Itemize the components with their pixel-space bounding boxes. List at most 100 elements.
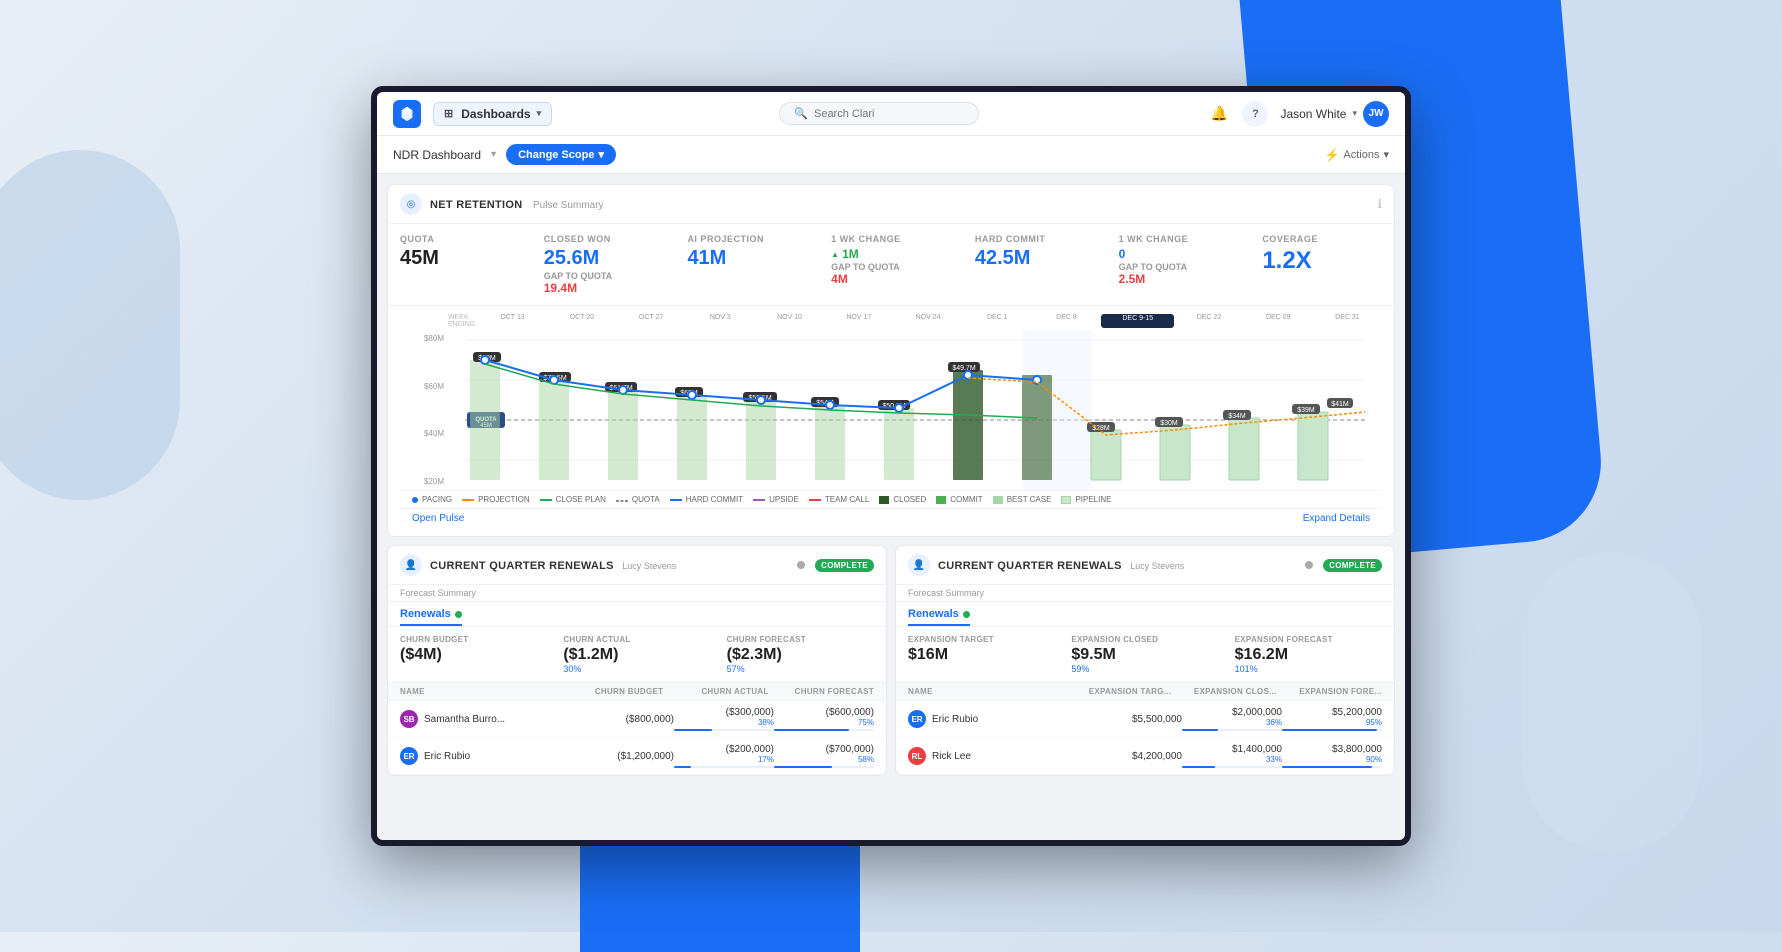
right-renewal-icon: 👤	[908, 554, 930, 576]
right-table-row-1: ER Eric Rubio $5,500,000 $2,000,000 36% …	[896, 701, 1394, 738]
legend-projection: PROJECTION	[462, 495, 530, 504]
row-forecast-sb: ($600,000) 75%	[774, 707, 874, 731]
legend-pipeline-bar	[1061, 496, 1071, 504]
pulse-title-group: NET RETENTION Pulse Summary	[430, 195, 604, 213]
left-renewal-card: 👤 Current Quarter Renewals Lucy Stevens …	[387, 545, 887, 776]
right-row-name-er: Eric Rubio	[932, 714, 1082, 725]
left-renewal-status-badge: COMPLETE	[815, 559, 874, 572]
bg-shape-light-right	[1522, 552, 1702, 852]
th-churn-budget: CHURN BUDGET	[558, 687, 663, 696]
legend-quota: QUOTA	[616, 495, 660, 504]
right-table-header: NAME EXPANSION TARG... EXPANSION CLOS...…	[896, 683, 1394, 701]
actions-chevron: ▾	[1383, 148, 1389, 161]
row-name-er: Eric Rubio	[424, 751, 574, 762]
chart-svg-wrapper: $80M $60M $40M $20M	[400, 330, 1382, 490]
help-button[interactable]: ?	[1242, 101, 1268, 127]
row-actual-er: ($200,000) 17%	[674, 744, 774, 768]
th-expansion-forecast: EXPANSION FORE...	[1277, 687, 1382, 696]
left-renewal-title: Current Quarter Renewals	[430, 560, 614, 572]
th-expansion-target: EXPANSION TARG...	[1066, 687, 1171, 696]
right-renewal-metrics: EXPANSION TARGET $16M EXPANSION CLOSED $…	[896, 627, 1394, 683]
actions-button[interactable]: ⚡ Actions ▾	[1324, 148, 1389, 162]
th-churn-actual: CHURN ACTUAL	[663, 687, 768, 696]
pulse-metrics-row: QUOTA 45M CLOSED WON 25.6M GAP TO QUOTA …	[388, 224, 1394, 306]
row-actual-sb: ($300,000) 38%	[674, 707, 774, 731]
metric-wk-change-2: 1 WK CHANGE 0 GAP TO QUOTA 2.5M	[1119, 234, 1239, 295]
legend-closed-bar	[879, 496, 889, 504]
bg-shape-light-left	[0, 150, 180, 500]
metric-closed-won: CLOSED WON 25.6M GAP TO QUOTA 19.4M	[544, 234, 664, 295]
notification-button[interactable]: 🔔	[1206, 101, 1232, 127]
legend-team-call-line	[809, 499, 821, 501]
th-expansion-closed: EXPANSION CLOS...	[1171, 687, 1276, 696]
svg-text:$34M: $34M	[1228, 413, 1246, 420]
quota-value: 45M	[400, 247, 520, 270]
expansion-closed-pct: 59%	[1071, 664, 1218, 674]
right-renewal-status-dot	[1305, 561, 1313, 569]
expansion-forecast-pct: 101%	[1235, 664, 1382, 674]
scope-chevron: ▾	[598, 148, 604, 161]
dashboards-dropdown[interactable]: ⊞ Dashboards ▾	[433, 102, 552, 126]
metric-wk-change-1: 1 WK CHANGE 1M GAP TO QUOTA 4M	[831, 234, 951, 295]
row-name-sb: Samantha Burro...	[424, 714, 574, 725]
right-row-target-rl: $4,200,000	[1082, 751, 1182, 762]
user-info[interactable]: Jason White ▾ JW	[1280, 101, 1389, 127]
right-row-forecast-rl: $3,800,000 90%	[1282, 744, 1382, 768]
right-row-target-er: $5,500,000	[1082, 714, 1182, 725]
bottom-cards-row: 👤 Current Quarter Renewals Lucy Stevens …	[387, 545, 1395, 776]
metric-coverage: COVERAGE 1.2X	[1262, 234, 1382, 295]
expand-details-link[interactable]: Expand Details	[1303, 513, 1370, 524]
expansion-forecast-metric: EXPANSION FORECAST $16.2M 101%	[1235, 635, 1382, 674]
legend-pipeline: PIPELINE	[1061, 495, 1111, 504]
svg-text:$30M: $30M	[1160, 420, 1178, 427]
churn-actual-value: ($1.2M)	[563, 646, 710, 664]
expansion-closed-value: $9.5M	[1071, 646, 1218, 664]
pulse-title: NET RETENTION	[430, 199, 523, 211]
open-pulse-link[interactable]: Open Pulse	[412, 513, 464, 524]
expansion-target-value: $16M	[908, 646, 1055, 664]
pulse-card: ◎ NET RETENTION Pulse Summary ℹ QUOTA 45…	[387, 184, 1395, 537]
right-row-forecast-er: $5,200,000 95%	[1282, 707, 1382, 731]
right-table-row-2: RL Rick Lee $4,200,000 $1,400,000 33% $3…	[896, 738, 1394, 775]
search-bar[interactable]: 🔍	[779, 102, 979, 125]
search-input[interactable]	[814, 108, 954, 120]
chart-legend: PACING PROJECTION CLOSE PLAN QUOTA	[400, 490, 1382, 508]
app-logo[interactable]	[393, 100, 421, 128]
grid-icon: ⊞	[444, 107, 453, 120]
right-row-name-rl: Rick Lee	[932, 751, 1082, 762]
row-forecast-er: ($700,000) 58%	[774, 744, 874, 768]
metric-quota: QUOTA 45M	[400, 234, 520, 295]
expansion-target-metric: EXPANSION TARGET $16M	[908, 635, 1055, 674]
legend-commit: COMMIT	[936, 495, 982, 504]
user-chevron: ▾	[1352, 108, 1357, 119]
expansion-forecast-value: $16.2M	[1235, 646, 1382, 664]
wk-change-1-value: 1M	[831, 247, 951, 261]
pulse-icon: ◎	[400, 193, 422, 215]
hard-commit-value: 42.5M	[975, 247, 1095, 270]
right-renewal-tab-row: Renewals	[896, 602, 1394, 627]
renewals-tab-left[interactable]: Renewals	[400, 608, 462, 626]
th-name-left: NAME	[400, 687, 558, 696]
left-renewal-title-group: Current Quarter Renewals Lucy Stevens	[430, 556, 676, 574]
legend-commit-bar	[936, 496, 946, 504]
user-name: Jason White	[1280, 107, 1346, 121]
wk-change-1-gap: 4M	[831, 272, 951, 286]
legend-hard-commit: HARD COMMIT	[670, 495, 743, 504]
row-budget-er: ($1,200,000)	[574, 751, 674, 762]
left-renewal-header: 👤 Current Quarter Renewals Lucy Stevens …	[388, 546, 886, 585]
right-row-avatar-rl: RL	[908, 747, 926, 765]
app-window: ⊞ Dashboards ▾ 🔍 🔔 ? Jason White ▾ JW ND…	[371, 86, 1411, 846]
legend-pacing-dot	[412, 497, 418, 503]
svg-text:$41M: $41M	[1331, 401, 1349, 408]
ai-projection-value: 41M	[687, 247, 807, 270]
change-scope-button[interactable]: Change Scope ▾	[506, 144, 616, 165]
pulse-subtitle: Pulse Summary	[533, 200, 604, 211]
y-axis: $80M $60M $40M $20M	[400, 330, 448, 490]
right-row-closed-er: $2,000,000 36%	[1182, 707, 1282, 731]
row-avatar-sb: SB	[400, 710, 418, 728]
renewals-tab-right[interactable]: Renewals	[908, 608, 970, 626]
left-table-row-2: ER Eric Rubio ($1,200,000) ($200,000) 17…	[388, 738, 886, 775]
right-renewal-header-right: COMPLETE	[1305, 559, 1382, 572]
churn-budget-value: ($4M)	[400, 646, 547, 664]
coverage-value: 1.2X	[1262, 247, 1382, 275]
